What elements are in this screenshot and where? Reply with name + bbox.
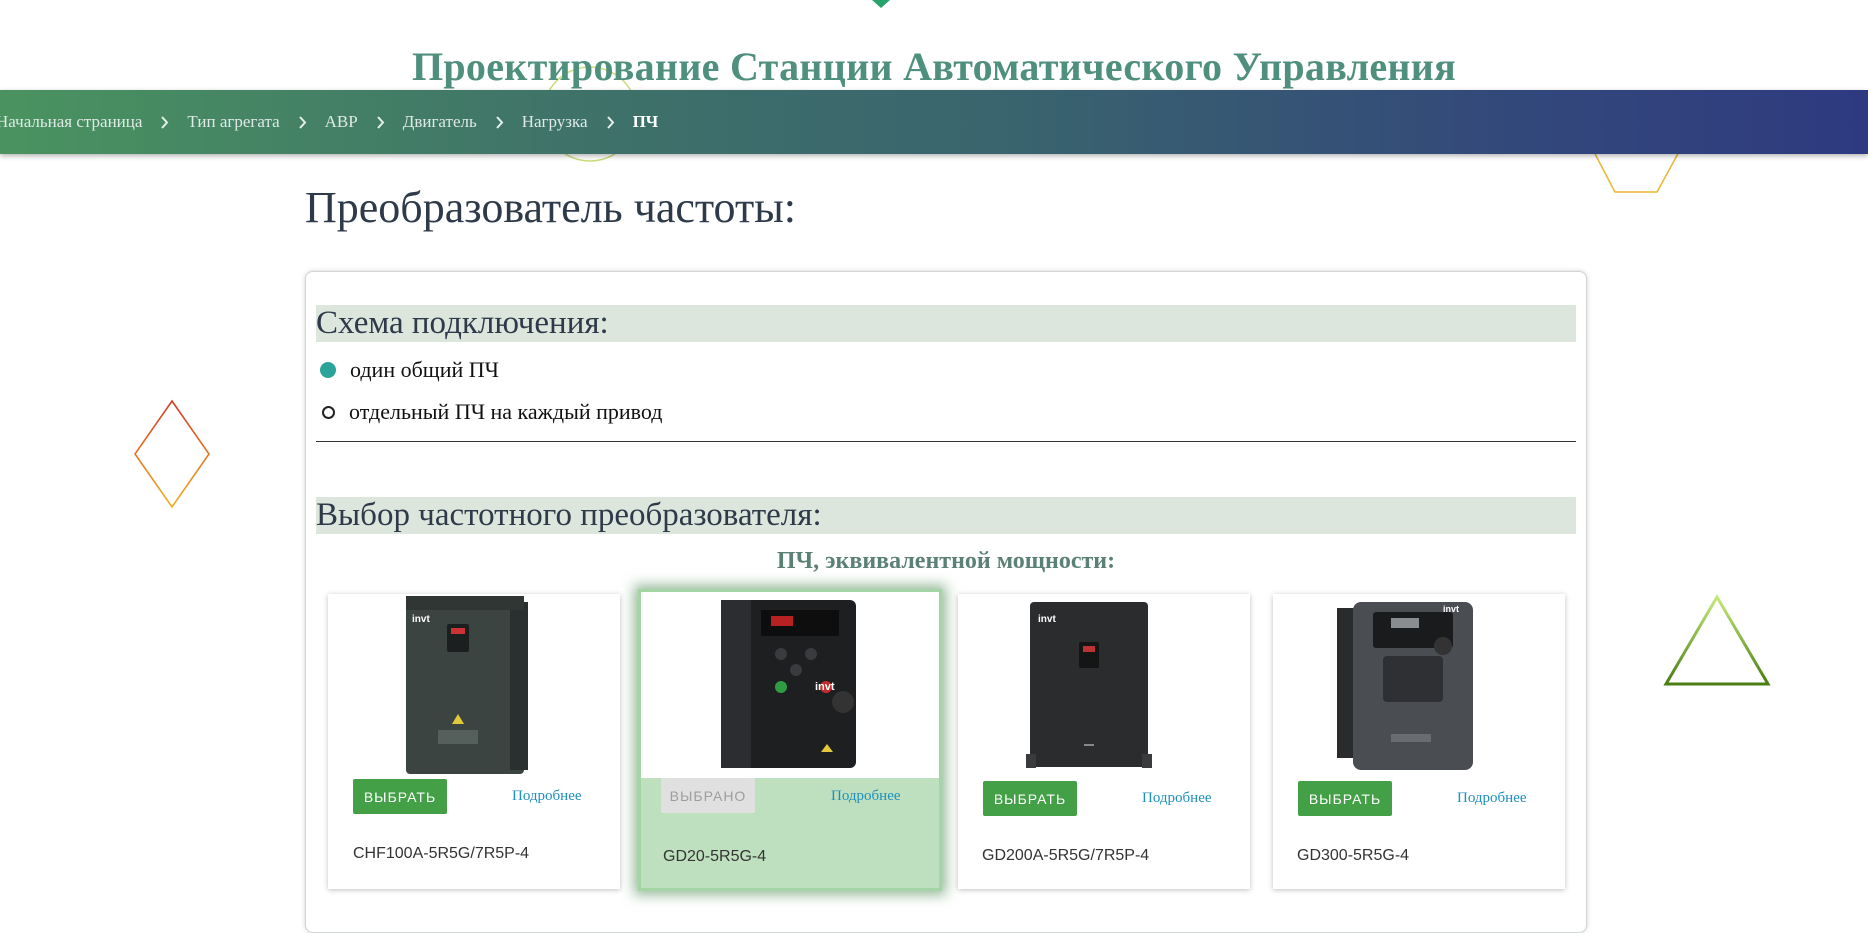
- vfd-model-name: GD20-5R5G-4: [663, 848, 767, 865]
- decorative-diamond-outline: [134, 399, 210, 509]
- vfd-card-selected: invt ВЫБРАНО Подробнее GD20-5R5G-4: [638, 589, 942, 891]
- details-link[interactable]: Подробнее: [512, 788, 582, 805]
- vfd-card: invt ВЫБРАТЬ Подробнее GD300-5R5G-4: [1273, 594, 1565, 889]
- page-title: Преобразователь частоты:: [305, 183, 796, 232]
- selected-button[interactable]: ВЫБРАНО: [661, 778, 755, 813]
- section-divider: [316, 441, 1576, 442]
- card-footer: ВЫБРАТЬ Подробнее GD200A-5R5G/7R5P-4: [958, 781, 1250, 889]
- vfd-model-name: GD300-5R5G-4: [1297, 847, 1410, 864]
- details-link[interactable]: Подробнее: [1142, 790, 1212, 807]
- radio-checked-icon[interactable]: [320, 362, 336, 378]
- card-footer: ВЫБРАНО Подробнее GD20-5R5G-4: [641, 778, 939, 888]
- vfd-product-image: [1026, 602, 1152, 768]
- brand-logo: invt: [1038, 614, 1056, 625]
- brand-logo: invt: [1443, 604, 1460, 614]
- vfd-product-image: [1337, 602, 1473, 770]
- card-footer: ВЫБРАТЬ Подробнее CHF100A-5R5G/7R5P-4: [328, 779, 620, 889]
- chevron-right-icon: [376, 115, 385, 129]
- decorative-hexagon-outline: [1592, 150, 1681, 193]
- vfd-product-image: [406, 596, 528, 774]
- scheme-option-label: один общий ПЧ: [350, 357, 499, 382]
- breadcrumb: Начальная страница Тип агрегата АВР Двиг…: [0, 90, 1868, 154]
- vfd-card: invt ВЫБРАТЬ Подробнее GD200A-5R5G/7R5P-…: [958, 594, 1250, 889]
- breadcrumb-load[interactable]: Нагрузка: [522, 112, 588, 132]
- select-button[interactable]: ВЫБРАТЬ: [353, 779, 447, 814]
- breadcrumb-home[interactable]: Начальная страница: [0, 112, 142, 132]
- chevron-right-icon: [160, 115, 169, 129]
- chevron-right-icon: [298, 115, 307, 129]
- vfd-product-image: [721, 600, 856, 768]
- details-link[interactable]: Подробнее: [831, 788, 901, 805]
- site-title: Проектирование Станции Автоматического У…: [411, 43, 1457, 89]
- chevron-right-icon: [495, 115, 504, 129]
- breadcrumb-avr[interactable]: АВР: [325, 112, 358, 132]
- scheme-option-label: отдельный ПЧ на каждый привод: [349, 399, 663, 424]
- brand-logo: invt: [412, 614, 430, 625]
- select-button[interactable]: ВЫБРАТЬ: [983, 781, 1077, 816]
- selection-subheading: ПЧ, эквивалентной мощности:: [776, 548, 1116, 574]
- chevron-right-icon: [606, 115, 615, 129]
- breadcrumb-unit-type[interactable]: Тип агрегата: [187, 112, 279, 132]
- radio-unchecked-icon[interactable]: [322, 405, 335, 419]
- breadcrumb-current-vfd: ПЧ: [632, 112, 659, 131]
- vfd-model-name: GD200A-5R5G/7R5P-4: [982, 847, 1150, 864]
- card-footer: ВЫБРАТЬ Подробнее GD300-5R5G-4: [1273, 781, 1565, 889]
- scheme-option-common[interactable]: один общий ПЧ: [320, 357, 499, 383]
- details-link[interactable]: Подробнее: [1457, 790, 1527, 807]
- vfd-config-panel: Схема подключения: один общий ПЧ отдельн…: [305, 271, 1587, 933]
- scheme-option-separate[interactable]: отдельный ПЧ на каждый привод: [320, 399, 662, 425]
- vfd-model-name: CHF100A-5R5G/7R5P-4: [353, 845, 530, 862]
- vfd-card: invt ВЫБРАТЬ Подробнее CHF100A-5R5G/7R5P…: [328, 594, 620, 889]
- top-marker-icon: [872, 0, 890, 8]
- select-button[interactable]: ВЫБРАТЬ: [1298, 781, 1392, 816]
- scheme-heading: Схема подключения:: [316, 305, 1576, 342]
- decorative-triangle-outline: [1663, 594, 1771, 686]
- selection-heading: Выбор частотного преобразователя:: [316, 497, 1576, 534]
- brand-logo: invt: [815, 681, 835, 693]
- breadcrumb-engine[interactable]: Двигатель: [403, 112, 477, 132]
